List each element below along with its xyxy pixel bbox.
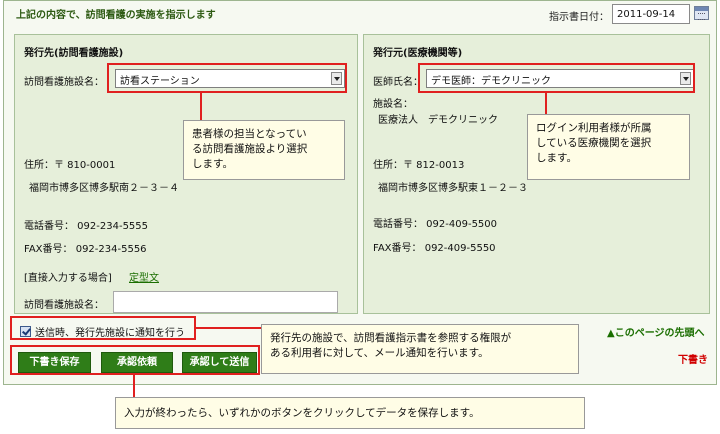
template-link[interactable]: 定型文 — [129, 269, 159, 284]
callout-save-help: 入力が終わったら、いずれかのボタンをクリックしてデータを保存します。 — [115, 397, 585, 429]
callout-notify-help: 発行先の施設で、訪問看護指示書を参照する権限が ある利用者に対して、メール通知を… — [261, 324, 579, 374]
pointer-notify — [196, 327, 264, 329]
clinic-name: 医療法人 デモクリニック — [378, 115, 498, 126]
issue-from-phone: 電話番号： 092-409-5500 — [373, 219, 498, 230]
form-instruction: 上記の内容で、訪問看護の実施を指示します — [16, 10, 216, 21]
callout-line: る訪問看護施設より選択 — [192, 143, 308, 155]
direct-facility-label: 訪問看護施設名： — [24, 300, 104, 311]
highlight-notify-option — [10, 316, 196, 340]
issue-to-address-label: 住所：〒 810-0001 — [24, 160, 116, 171]
clinic-name-label: 施設名： — [373, 99, 413, 110]
direct-input-label: [直接入力する場合] — [24, 273, 112, 284]
callout-line: 患者様の担当となってい — [192, 128, 307, 140]
callout-line: 発行先の施設で、訪問看護指示書を参照する権限が — [270, 332, 512, 344]
highlight-facility-select — [107, 63, 347, 93]
page-top-link[interactable]: ▲このページの先頭へ — [607, 324, 705, 339]
issue-from-title: 発行元(医療機関等) — [373, 48, 463, 59]
issue-from-fax: FAX番号： 092-409-5550 — [373, 243, 496, 254]
doctor-label: 医師氏名： — [373, 77, 423, 88]
facility-label: 訪問看護施設名： — [24, 77, 104, 88]
issue-from-address-label: 住所：〒 812-0013 — [373, 160, 465, 171]
highlight-doctor-select — [418, 63, 695, 93]
callout-line: している医療機関を選択 — [536, 137, 652, 149]
pointer-save — [133, 375, 135, 397]
order-date-input[interactable] — [612, 4, 690, 24]
callout-line: します。 — [536, 152, 577, 164]
callout-line: ログイン利用者様が所属 — [536, 122, 652, 134]
issue-to-fax: FAX番号： 092-234-5556 — [24, 244, 147, 255]
issue-to-phone: 電話番号： 092-234-5555 — [24, 221, 149, 232]
pointer-doctor — [545, 93, 547, 114]
callout-patient-facility: 患者様の担当となってい る訪問看護施設より選択 します。 — [183, 120, 345, 180]
calendar-icon[interactable] — [694, 6, 709, 20]
draft-status: 下書き — [678, 355, 708, 366]
direct-facility-input[interactable] — [113, 291, 338, 313]
callout-line: します。 — [192, 158, 233, 170]
date-label: 指示書日付： — [549, 12, 609, 23]
issue-to-title: 発行先(訪問看護施設) — [24, 48, 124, 59]
issue-from-address-line: 福岡市博多区博多駅東１－２－３ — [378, 183, 528, 194]
callout-line: ある利用者に対して、メール通知を行います。 — [270, 347, 489, 359]
callout-login-clinic: ログイン利用者様が所属 している医療機関を選択 します。 — [527, 114, 690, 180]
issue-to-address-line: 福岡市博多区博多駅南２－３－４ — [29, 183, 179, 194]
pointer-facility — [200, 93, 202, 120]
highlight-action-buttons — [10, 345, 260, 375]
